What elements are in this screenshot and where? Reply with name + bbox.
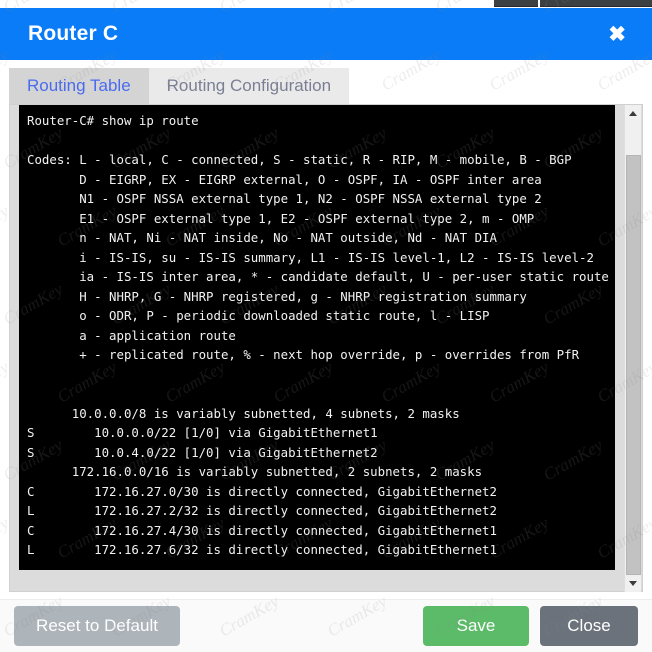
tab-routing-table[interactable]: Routing Table: [9, 68, 149, 104]
router-c-dialog: Router C ✖ Routing Table Routing Configu…: [0, 8, 652, 652]
dialog-body: Routing Table Routing Configuration Rout…: [0, 60, 652, 599]
scroll-down-arrow-icon[interactable]: [625, 575, 641, 592]
tab-routing-configuration[interactable]: Routing Configuration: [148, 68, 350, 104]
dialog-header: Router C ✖: [0, 8, 652, 60]
toolbar-fragment-left: [494, 0, 538, 7]
reset-to-default-button[interactable]: Reset to Default: [14, 606, 180, 646]
close-icon[interactable]: ✖: [602, 22, 632, 47]
chevron-up-icon: [629, 111, 637, 116]
background-toolbar-strip: [0, 0, 652, 8]
toolbar-fragment-right: [540, 0, 652, 7]
terminal-output[interactable]: Router-C# show ip route Codes: L - local…: [19, 105, 615, 570]
page-title: Router C: [28, 22, 119, 45]
chevron-down-icon: [629, 581, 637, 586]
terminal-panel: Router-C# show ip route Codes: L - local…: [9, 104, 643, 592]
scrollbar-track[interactable]: [625, 122, 641, 575]
terminal-text: Router-C# show ip route Codes: L - local…: [27, 113, 609, 557]
tab-bar: Routing Table Routing Configuration: [9, 68, 350, 104]
close-button[interactable]: Close: [540, 606, 638, 646]
dialog-footer: Reset to Default Save Close: [0, 599, 652, 652]
scrollbar-thumb[interactable]: [626, 155, 641, 575]
save-button[interactable]: Save: [423, 606, 529, 646]
scroll-up-arrow-icon[interactable]: [625, 105, 641, 122]
terminal-scrollbar[interactable]: [624, 105, 641, 592]
